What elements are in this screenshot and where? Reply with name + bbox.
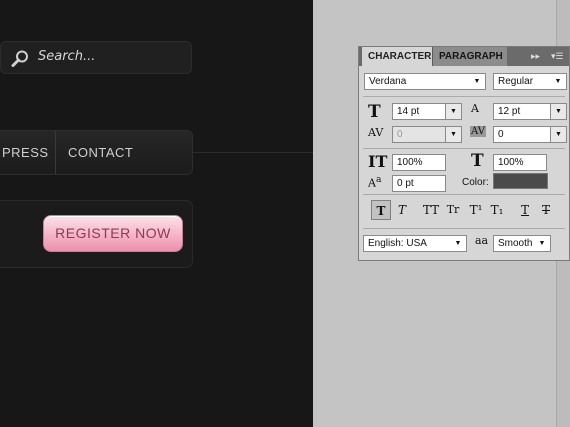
character-panel: CHARACTER PARAGRAPH ▸▸ ▾☰ Verdana ▼ Regu…	[358, 46, 570, 261]
tracking-field[interactable]: 0 ▼	[493, 126, 567, 143]
design-canvas: Search... PRESS CONTACT REGISTER NOW	[0, 0, 313, 427]
font-family-value: Verdana	[369, 76, 407, 87]
language-value: English: USA	[368, 238, 427, 249]
horizontal-scale-icon: T	[471, 151, 484, 171]
font-style-value: Regular	[498, 76, 534, 87]
collapse-icon[interactable]: ▸▸	[531, 51, 540, 62]
font-size-value: 14 pt	[397, 106, 420, 117]
color-label: Color:	[462, 177, 489, 188]
baseline-shift-value: 0 pt	[397, 178, 414, 189]
nav-bar: PRESS CONTACT	[0, 130, 193, 175]
search-box[interactable]: Search...	[0, 41, 192, 74]
vertical-scale-icon: IT	[368, 152, 388, 171]
font-size-icon: T	[368, 102, 381, 122]
vertical-scale-field[interactable]: 100%	[392, 154, 446, 171]
chevron-down-icon[interactable]: ▼	[445, 127, 461, 142]
leading-field[interactable]: 12 pt ▼	[493, 103, 567, 120]
panel-menu-icon[interactable]: ▾☰	[551, 51, 564, 62]
divider	[363, 228, 565, 229]
vertical-scale-value: 100%	[397, 157, 423, 168]
color-swatch[interactable]	[493, 173, 548, 189]
nav-separator	[55, 131, 56, 174]
tracking-icon: AV	[470, 126, 486, 137]
search-input[interactable]: Search...	[38, 49, 95, 64]
font-family-select[interactable]: Verdana ▼	[364, 73, 486, 90]
divider	[363, 96, 565, 97]
antialias-select[interactable]: Smooth ▼	[493, 235, 551, 252]
horizontal-scale-value: 100%	[498, 157, 524, 168]
antialias-icon: aa	[475, 234, 489, 247]
tab-character[interactable]: CHARACTER	[362, 47, 432, 66]
chevron-down-icon: ▼	[454, 240, 462, 247]
chevron-down-icon[interactable]: ▼	[550, 104, 566, 119]
small-caps-button[interactable]: Tr	[443, 200, 463, 220]
chevron-down-icon[interactable]: ▼	[445, 104, 461, 119]
nav-item-press[interactable]: PRESS	[2, 145, 49, 160]
all-caps-button[interactable]: TT	[421, 200, 441, 220]
tab-paragraph[interactable]: PARAGRAPH	[432, 47, 507, 66]
kerning-value: 0	[397, 129, 403, 140]
tracking-value: 0	[498, 129, 504, 140]
faux-bold-button[interactable]: T	[371, 200, 391, 220]
nav-item-contact[interactable]: CONTACT	[68, 145, 133, 160]
divider	[363, 194, 565, 195]
leading-icon: A	[471, 102, 479, 115]
superscript-button[interactable]: T¹	[466, 200, 486, 220]
antialias-value: Smooth	[498, 238, 533, 249]
font-size-field[interactable]: 14 pt ▼	[392, 103, 462, 120]
kerning-field[interactable]: 0 ▼	[392, 126, 462, 143]
chevron-down-icon: ▼	[473, 78, 481, 85]
baseline-shift-icon: Aa	[368, 174, 382, 190]
horizontal-scale-field[interactable]: 100%	[493, 154, 547, 171]
divider	[363, 148, 565, 149]
kerning-icon: AV	[368, 126, 384, 139]
faux-italic-button[interactable]: T	[392, 200, 412, 220]
register-now-button[interactable]: REGISTER NOW	[43, 215, 183, 252]
strikethrough-button[interactable]: T	[536, 200, 556, 220]
chevron-down-icon: ▼	[538, 240, 546, 247]
chevron-down-icon: ▼	[554, 78, 562, 85]
panel-tabbar: CHARACTER PARAGRAPH ▸▸ ▾☰	[359, 47, 569, 66]
language-select[interactable]: English: USA ▼	[363, 235, 467, 252]
underline-button[interactable]: T	[515, 200, 535, 220]
subscript-button[interactable]: T₁	[487, 200, 507, 220]
search-icon	[10, 49, 30, 69]
baseline-shift-field[interactable]: 0 pt	[392, 175, 446, 192]
leading-value: 12 pt	[498, 106, 521, 117]
chevron-down-icon[interactable]: ▼	[550, 127, 566, 142]
font-style-select[interactable]: Regular ▼	[493, 73, 567, 90]
